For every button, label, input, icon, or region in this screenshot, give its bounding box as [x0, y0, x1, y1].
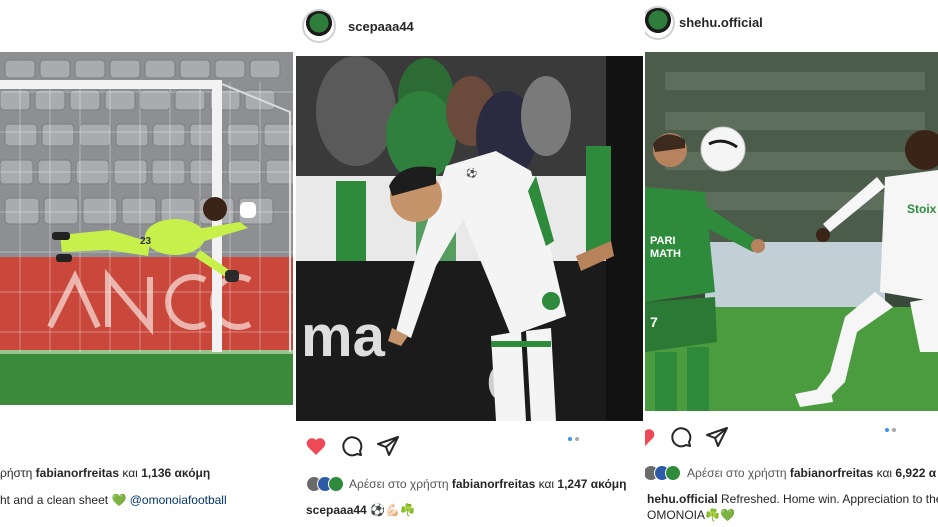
post-photo-player[interactable]: ma c ⚽ [296, 56, 643, 421]
post-right: shehu.official PARI MATH 7 Stoix Αρέσει … [645, 0, 938, 527]
caption-text: Refreshed. Home win. Appreciation to the [721, 492, 938, 506]
likes-count-link[interactable]: 1,247 ακόμη [557, 477, 626, 491]
svg-text:PARI: PARI [650, 235, 675, 247]
share-icon[interactable] [705, 425, 729, 449]
green-heart-emoji: 💚 [111, 493, 127, 507]
likes-line: Αρέσει στο χρήστη fabianorfreitas και 6,… [687, 466, 936, 480]
post-header: scepaaa44 [296, 0, 643, 50]
svg-text:⚽: ⚽ [465, 167, 477, 178]
mention-link[interactable]: @omonoiafootball [130, 493, 227, 507]
carousel-dot-active [568, 437, 572, 441]
likes-prefix: Αρέσει στο χρήστη [349, 477, 449, 491]
avatar[interactable] [645, 6, 675, 40]
post-left: 23 ρήστη fabianorfreitas και 1,136 ακόμη… [0, 0, 293, 527]
likes-user-link[interactable]: fabianorfreitas [452, 477, 535, 491]
carousel-dot [575, 437, 579, 441]
caption-line-2: OMONOIA☘️💚 [647, 508, 735, 522]
action-bar [645, 425, 933, 455]
svg-text:ma: ma [301, 304, 386, 369]
share-icon[interactable] [376, 434, 400, 458]
caption-emojis: ⚽💪🏻☘️ [370, 503, 415, 517]
caption-text: ht and a clean sheet [0, 493, 109, 507]
caption: scepaaa44 ⚽💪🏻☘️ [306, 503, 415, 517]
goalkeeper-save-image: 23 [0, 52, 293, 405]
svg-text:MATH: MATH [650, 248, 681, 260]
post-photo-match[interactable]: PARI MATH 7 Stoix [645, 52, 938, 411]
liker-avatar [665, 465, 681, 481]
likes-prefix: ρήστη [0, 466, 33, 480]
comment-icon[interactable] [669, 425, 693, 449]
caption-user-link[interactable]: hehu.official [647, 492, 718, 506]
caption-tag: OMONOIA☘️💚 [647, 508, 735, 522]
likes-line: Αρέσει στο χρήστη fabianorfreitas και 1,… [349, 477, 626, 491]
likes-mid: και [876, 466, 893, 480]
caption-user-link[interactable]: scepaaa44 [306, 503, 367, 517]
likes-user-link[interactable]: fabianorfreitas [790, 466, 873, 480]
carousel-dot [892, 428, 896, 432]
username-link[interactable]: scepaaa44 [348, 19, 414, 34]
carousel-indicator [885, 428, 896, 432]
carousel-dot-active [885, 428, 889, 432]
action-bar [304, 434, 634, 464]
likes-line: ρήστη fabianorfreitas και 1,136 ακόμη [0, 466, 210, 480]
likes-count-link[interactable]: 6,922 α [895, 466, 936, 480]
avatar[interactable] [302, 9, 336, 43]
svg-text:7: 7 [650, 314, 658, 330]
heart-icon[interactable] [645, 425, 657, 449]
svg-text:Stoix: Stoix [907, 202, 937, 216]
likes-prefix: Αρέσει στο χρήστη [687, 466, 787, 480]
caption: ht and a clean sheet 💚 @omonoiafootball [0, 493, 227, 507]
caption: hehu.official Refreshed. Home win. Appre… [647, 492, 938, 506]
likes-mid: και [122, 466, 138, 480]
liker-avatar [328, 476, 344, 492]
player-celebration-image: ma c ⚽ [296, 56, 643, 421]
likes-count-link[interactable]: 1,136 ακόμη [141, 466, 210, 480]
heart-icon[interactable] [304, 434, 328, 458]
liker-avatars [306, 476, 344, 492]
likes-user-link[interactable]: fabianorfreitas [36, 466, 119, 480]
comment-icon[interactable] [340, 434, 364, 458]
likes-mid: και [538, 477, 555, 491]
carousel-indicator [568, 437, 579, 441]
liker-avatars [645, 465, 681, 481]
match-action-image: PARI MATH 7 Stoix [645, 52, 938, 411]
svg-text:23: 23 [140, 236, 152, 247]
post-photo-goalkeeper[interactable]: 23 [0, 52, 293, 405]
post-middle: scepaaa44 ma c [296, 0, 643, 527]
post-header: shehu.official [645, 0, 938, 50]
username-link[interactable]: shehu.official [679, 15, 763, 30]
